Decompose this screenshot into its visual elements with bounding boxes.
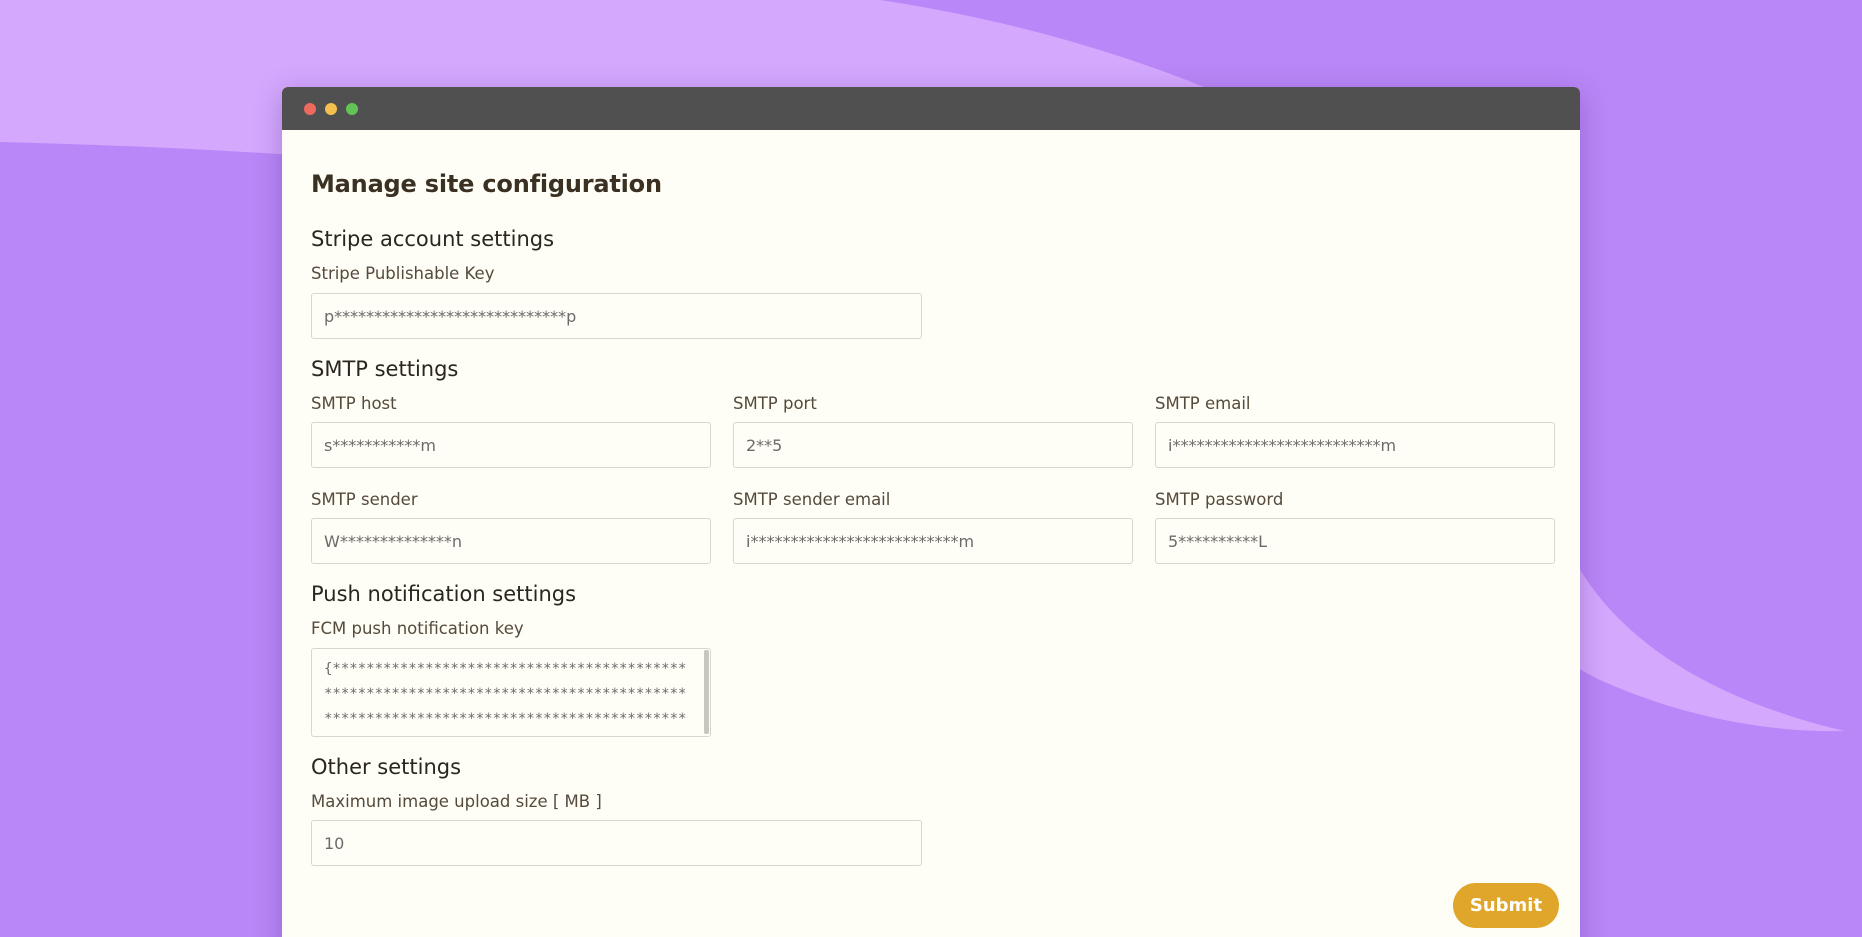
stripe-publishable-key-input[interactable] <box>311 293 922 339</box>
smtp-host-input[interactable] <box>311 422 711 468</box>
minimize-window-icon[interactable] <box>325 102 337 115</box>
stripe-publishable-key-label: Stripe Publishable Key <box>311 264 495 283</box>
window-titlebar <box>282 87 1580 130</box>
smtp-host-label: SMTP host <box>311 394 397 413</box>
fcm-key-scrollbar[interactable] <box>704 650 709 734</box>
stripe-section-title: Stripe account settings <box>311 227 555 251</box>
smtp-password-input[interactable] <box>1155 518 1555 564</box>
smtp-email-input[interactable] <box>1155 422 1555 468</box>
smtp-sender-email-label: SMTP sender email <box>733 490 891 509</box>
smtp-password-label: SMTP password <box>1155 490 1284 509</box>
max-upload-size-input[interactable] <box>311 820 922 866</box>
other-section-title: Other settings <box>311 755 462 779</box>
maximize-window-icon[interactable] <box>346 102 358 115</box>
fcm-key-label: FCM push notification key <box>311 619 524 638</box>
smtp-sender-label: SMTP sender <box>311 490 418 509</box>
browser-window: Manage site configuration Stripe account… <box>282 87 1580 937</box>
page-title: Manage site configuration <box>311 170 662 198</box>
fcm-key-textarea[interactable]: {***************************************… <box>311 648 711 737</box>
smtp-section-title: SMTP settings <box>311 357 459 381</box>
submit-button[interactable]: Submit <box>1453 883 1559 928</box>
push-section-title: Push notification settings <box>311 582 577 606</box>
settings-form: Manage site configuration Stripe account… <box>282 130 1580 937</box>
smtp-sender-input[interactable] <box>311 518 711 564</box>
close-window-icon[interactable] <box>304 102 316 115</box>
smtp-email-label: SMTP email <box>1155 394 1251 413</box>
smtp-port-label: SMTP port <box>733 394 817 413</box>
smtp-sender-email-input[interactable] <box>733 518 1133 564</box>
max-upload-size-label: Maximum image upload size [ MB ] <box>311 792 602 811</box>
smtp-port-input[interactable] <box>733 422 1133 468</box>
